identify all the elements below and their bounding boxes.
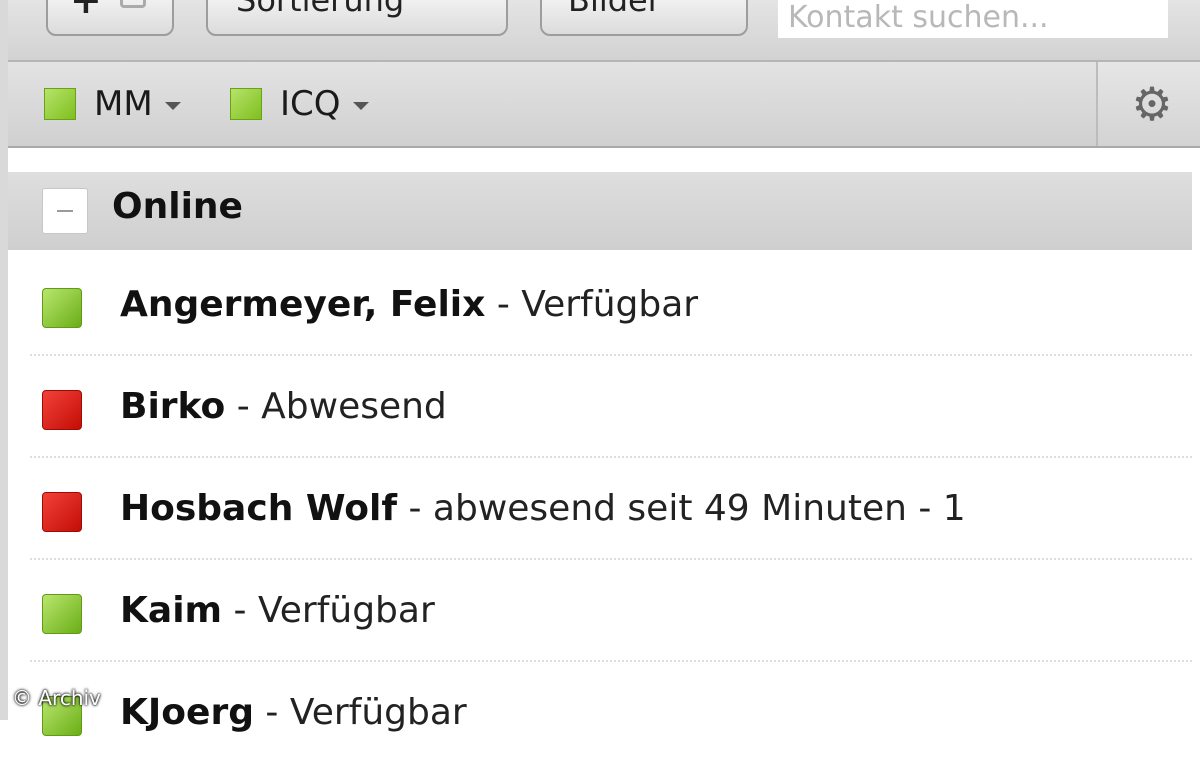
contact-text: Birko - Abwesend [120,386,447,427]
contact-name: Angermeyer, Felix [120,284,486,325]
account-mm-status[interactable]: MM [44,84,181,124]
contact-search-input[interactable] [778,0,1168,38]
contact-status-message: abwesend seit 49 Minuten - 1 [432,488,966,529]
contact-name: Birko [120,386,226,427]
top-toolbar: + Sortierung Bilder [8,0,1200,62]
sort-dropdown-button[interactable]: Sortierung [206,0,508,36]
group-header-online[interactable]: Online [8,172,1192,250]
contact-status-message: Verfügbar [257,590,435,631]
plus-icon: + [70,0,102,22]
contact-row[interactable]: Birko - Abwesend [8,356,1192,458]
collapse-icon[interactable] [42,188,88,234]
contact-status-message: Verfügbar [521,284,699,325]
contact-status-message: Verfügbar [289,692,467,733]
contact-text: Hosbach Wolf - abwesend seit 49 Minuten … [120,488,966,529]
contact-text: Angermeyer, Felix - Verfügbar [120,284,698,325]
contact-row[interactable]: Hosbach Wolf - abwesend seit 49 Minuten … [8,458,1192,560]
sort-label: Sortierung [236,0,405,19]
contact-status-message: Abwesend [261,386,447,427]
account-icq-status[interactable]: ICQ [230,84,369,124]
account-status-bar: MM ICQ ⚙ [8,62,1200,148]
online-status-icon [42,288,82,328]
online-status-icon [42,594,82,634]
contact-list: Online Angermeyer, Felix - Verfügbar Bir… [8,148,1192,736]
contact-name: Kaim [120,590,223,631]
contact-row[interactable]: KJoerg - Verfügbar [8,662,1192,764]
separator: - [233,590,258,631]
settings-button[interactable]: ⚙ [1096,62,1200,146]
separator: - [496,284,522,325]
person-icon [120,0,146,8]
chevron-down-icon [164,102,181,110]
separator: - [265,692,290,733]
separator: - [236,386,262,427]
contact-row[interactable]: Kaim - Verfügbar [8,560,1192,662]
online-status-icon [230,88,262,120]
group-title: Online [112,186,243,227]
contact-name: KJoerg [120,692,254,733]
contact-text: Kaim - Verfügbar [120,590,435,631]
gear-icon: ⚙ [1131,77,1173,131]
copyright-watermark: © Archiv [12,686,101,710]
account-label: MM [94,84,153,124]
images-dropdown-button[interactable]: Bilder [540,0,748,36]
away-status-icon [42,390,82,430]
away-status-icon [42,492,82,532]
add-contact-button[interactable]: + [46,0,174,36]
online-status-icon [44,88,76,120]
contact-name: Hosbach Wolf [120,488,398,529]
separator: - [408,488,433,529]
account-label: ICQ [280,84,341,124]
messenger-window: + Sortierung Bilder MM ICQ ⚙ [0,0,1200,736]
contact-row[interactable]: Angermeyer, Felix - Verfügbar [8,254,1192,356]
contact-text: KJoerg - Verfügbar [120,692,467,733]
images-label: Bilder [568,0,661,19]
chevron-down-icon [352,102,369,110]
